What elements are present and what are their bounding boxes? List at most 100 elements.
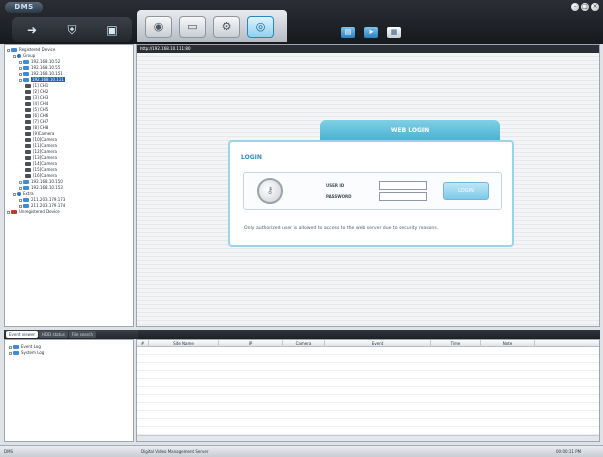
tree-item[interactable]: [1] CH1 bbox=[25, 83, 48, 88]
shield-icon[interactable]: ⛨ bbox=[63, 22, 81, 38]
expand-icon[interactable] bbox=[19, 204, 22, 208]
tree-item-label: 192.168.10.150 bbox=[31, 179, 63, 184]
tree-item-label: 192.168.10.153 bbox=[31, 185, 63, 190]
tree-item-label: [8] CH8 bbox=[33, 125, 49, 130]
tab-file-search[interactable]: File search bbox=[68, 331, 97, 338]
log-tree-item[interactable]: Event Log bbox=[9, 344, 41, 349]
tree-item[interactable]: [11]Camera bbox=[25, 143, 57, 148]
expand-icon[interactable] bbox=[9, 351, 12, 355]
close-button[interactable]: × bbox=[591, 3, 599, 11]
tree-item[interactable]: 192.168.10.55 bbox=[19, 65, 60, 70]
user-id-input[interactable] bbox=[379, 181, 427, 190]
col-time[interactable]: Time bbox=[431, 340, 481, 347]
tree-item[interactable]: [14]Camera bbox=[25, 161, 57, 166]
tree-item[interactable]: 192.168.10.150 bbox=[19, 179, 63, 184]
camera-icon[interactable]: ◉ bbox=[145, 16, 172, 38]
login-button[interactable]: LOGIN bbox=[443, 182, 489, 200]
col-note[interactable]: Note bbox=[481, 340, 535, 347]
tree-item-label: Extra bbox=[23, 191, 34, 196]
address-bar[interactable]: http://192.168.10.111:80 bbox=[137, 45, 599, 53]
password-input[interactable] bbox=[379, 192, 427, 201]
expand-icon[interactable] bbox=[7, 48, 10, 52]
tree-item[interactable]: Extra bbox=[13, 191, 34, 196]
tree-item[interactable]: [15]Camera bbox=[25, 167, 57, 172]
tree-item-label: [10]Camera bbox=[33, 137, 57, 142]
tree-item-label: 211.203.179.174 bbox=[31, 203, 66, 208]
tree-item-label: [3] CH3 bbox=[33, 95, 49, 100]
window-controls: – □ × bbox=[571, 3, 599, 11]
expand-icon[interactable] bbox=[13, 192, 16, 196]
col-event[interactable]: Event bbox=[325, 340, 431, 347]
expand-icon[interactable] bbox=[19, 180, 22, 184]
expand-icon[interactable] bbox=[19, 72, 22, 76]
tree-item-label: Group bbox=[23, 53, 36, 58]
tree-item[interactable]: [3] CH3 bbox=[25, 95, 48, 100]
app-window: DMS – □ × ➜ ⛨ ▣ ◉ ▭ ⚙ ◎ ▤ ➤ ▦ Registered… bbox=[0, 0, 603, 457]
tab-hdd-status[interactable]: HDD status bbox=[39, 331, 68, 338]
export-icon[interactable]: ➤ bbox=[364, 27, 378, 38]
tree-item[interactable]: Registered Device bbox=[7, 47, 55, 52]
user-id-label: USER ID bbox=[326, 183, 345, 188]
tree-item-label: [4] CH4 bbox=[33, 101, 49, 106]
expand-icon[interactable] bbox=[13, 54, 16, 58]
login-panel: LOGIN ⚷ USER ID PASSWORD LOGIN Only auth… bbox=[228, 140, 514, 247]
web-browser-panel: http://192.168.10.111:80 WEB LOGIN LOGIN… bbox=[136, 44, 600, 327]
col-site-name[interactable]: Site Name bbox=[149, 340, 219, 347]
picture-icon[interactable]: ▣ bbox=[103, 22, 121, 38]
bottom-tabs: Event viewer HDD status File search bbox=[4, 330, 138, 339]
tab-event-viewer[interactable]: Event viewer bbox=[6, 331, 39, 338]
tree-item[interactable]: Group bbox=[13, 53, 35, 58]
expand-icon[interactable] bbox=[19, 198, 22, 202]
device-tree[interactable]: Registered Device Group 192.168.10.52 192.1… bbox=[4, 44, 134, 327]
camera-icon bbox=[25, 144, 31, 148]
camera-icon bbox=[25, 156, 31, 160]
expand-icon[interactable] bbox=[19, 186, 22, 190]
horizontal-scrollbar[interactable] bbox=[137, 435, 599, 441]
tree-item[interactable]: 192.168.10.52 bbox=[19, 59, 60, 64]
status-left: DMS bbox=[4, 449, 14, 454]
expand-icon[interactable] bbox=[9, 345, 12, 349]
tree-item[interactable]: [9]Camera bbox=[25, 131, 54, 136]
tree-item[interactable]: 192.168.10.153 bbox=[19, 185, 63, 190]
expand-icon[interactable] bbox=[7, 210, 10, 214]
tree-item[interactable]: [7] CH7 bbox=[25, 119, 48, 124]
tree-item[interactable]: 192.168.10.151 bbox=[19, 71, 63, 76]
maximize-button[interactable]: □ bbox=[581, 3, 589, 11]
tree-item[interactable]: [8] CH8 bbox=[25, 125, 48, 130]
tree-item-label: 192.168.10.111 bbox=[31, 77, 65, 82]
col-index[interactable]: # bbox=[137, 340, 149, 347]
device-icon bbox=[11, 48, 17, 52]
log-tree-item[interactable]: System Log bbox=[9, 350, 44, 355]
pin-icon[interactable]: ➜ bbox=[23, 22, 41, 38]
tree-item[interactable]: [4] CH4 bbox=[25, 101, 48, 106]
security-notice: Only authorized user is allowed to acces… bbox=[244, 226, 439, 231]
tree-item[interactable]: [13]Camera bbox=[25, 155, 57, 160]
save-icon[interactable]: ▤ bbox=[341, 27, 355, 38]
tree-item[interactable]: [6] CH6 bbox=[25, 113, 48, 118]
expand-icon[interactable] bbox=[19, 66, 22, 70]
tree-item[interactable]: [5] CH5 bbox=[25, 107, 48, 112]
expand-icon[interactable] bbox=[19, 78, 22, 82]
group-icon bbox=[17, 54, 21, 58]
col-camera[interactable]: Camera bbox=[283, 340, 325, 347]
globe-icon[interactable]: ◎ bbox=[247, 16, 274, 38]
event-log-table: # Site Name IP Camera Event Time Note bbox=[136, 339, 600, 442]
settings-icon[interactable]: ⚙ bbox=[213, 16, 240, 38]
tree-item[interactable]: 192.168.10.111 bbox=[19, 77, 65, 82]
tree-item[interactable]: 211.203.179.174 bbox=[19, 203, 65, 208]
tree-item[interactable]: [16]Camera bbox=[25, 173, 57, 178]
tree-item[interactable]: Unregistered Device bbox=[7, 209, 60, 214]
expand-icon[interactable] bbox=[19, 60, 22, 64]
status-center: Digital Video Management Server bbox=[141, 449, 209, 454]
tree-item[interactable]: 211.203.179.173 bbox=[19, 197, 65, 202]
monitor-icon[interactable]: ▭ bbox=[179, 16, 206, 38]
device-icon bbox=[23, 198, 29, 202]
minimize-button[interactable]: – bbox=[571, 3, 579, 11]
tree-item[interactable]: [12]Camera bbox=[25, 149, 57, 154]
camera-icon bbox=[25, 138, 31, 142]
col-ip[interactable]: IP bbox=[219, 340, 283, 347]
tree-item[interactable]: [10]Camera bbox=[25, 137, 57, 142]
tree-item[interactable]: [2] CH2 bbox=[25, 89, 48, 94]
tree-item-label: [7] CH7 bbox=[33, 119, 49, 124]
doc-icon[interactable]: ▦ bbox=[387, 27, 401, 38]
